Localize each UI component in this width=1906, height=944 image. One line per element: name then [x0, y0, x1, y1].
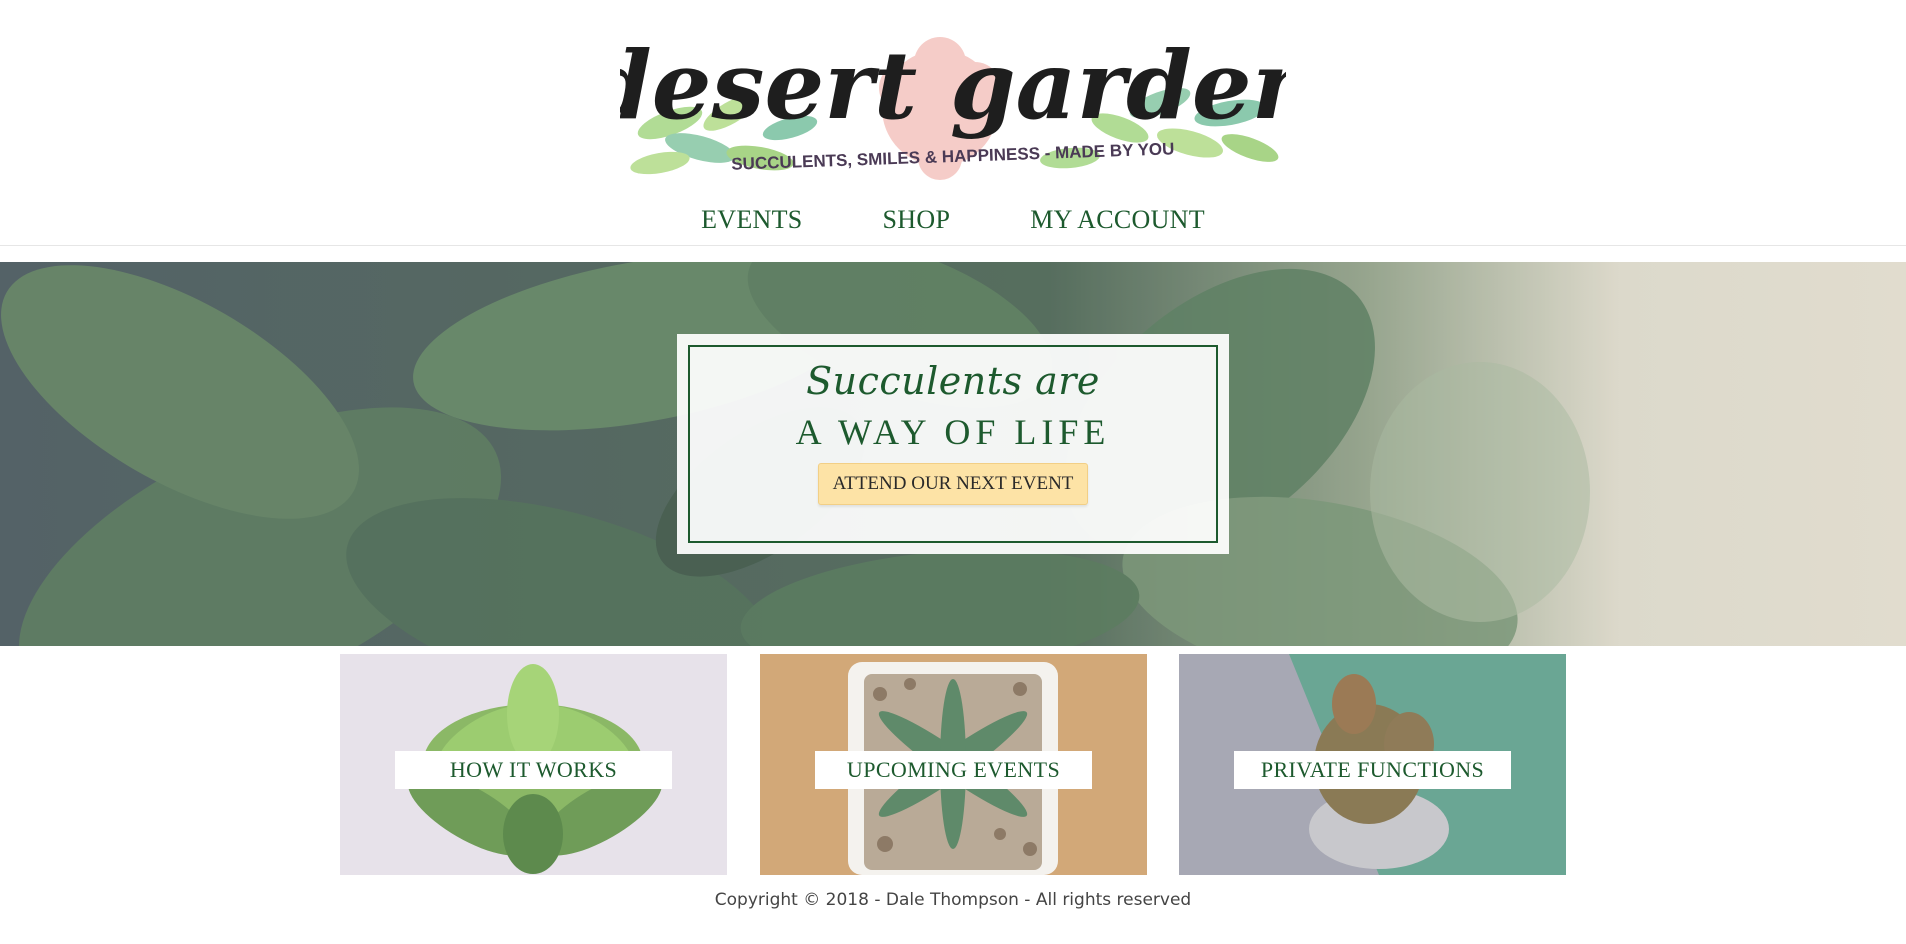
nav-item-shop[interactable]: SHOP	[883, 205, 951, 235]
hero-title: A WAY OF LIFE	[795, 412, 1111, 452]
main-nav: EVENTS SHOP MY ACCOUNT	[0, 205, 1906, 235]
card-how-it-works[interactable]: HOW IT WORKS	[340, 654, 727, 875]
logo-wordmark: desert garden	[620, 31, 1286, 141]
card-upcoming-events[interactable]: UPCOMING EVENTS	[760, 654, 1147, 875]
feature-cards: HOW IT WORKS UPCOMING EVENTS PRIVATE FUN…	[340, 654, 1566, 875]
card-private-functions[interactable]: PRIVATE FUNCTIONS	[1179, 654, 1566, 875]
logo-artwork: desert garden SUCCULENTS, SMILES & HAPPI…	[620, 31, 1286, 180]
site-header: desert garden SUCCULENTS, SMILES & HAPPI…	[0, 0, 1906, 246]
nav-item-my-account[interactable]: MY ACCOUNT	[1030, 205, 1205, 235]
card-label-how-it-works: HOW IT WORKS	[395, 751, 672, 789]
hero-banner: Succulents are A WAY OF LIFE ATTEND OUR …	[0, 262, 1906, 646]
site-footer: Copyright © 2018 - Dale Thompson - All r…	[0, 890, 1906, 910]
copyright-text: Copyright © 2018 - Dale Thompson - All r…	[714, 890, 1192, 910]
attend-event-button[interactable]: ATTEND OUR NEXT EVENT	[817, 463, 1089, 505]
desert-garden-logo[interactable]: desert garden SUCCULENTS, SMILES & HAPPI…	[620, 18, 1286, 192]
hero-card: Succulents are A WAY OF LIFE ATTEND OUR …	[677, 334, 1229, 554]
hero-script-heading: Succulents are	[806, 359, 1100, 403]
card-label-private-functions: PRIVATE FUNCTIONS	[1234, 751, 1511, 789]
card-label-upcoming-events: UPCOMING EVENTS	[815, 751, 1092, 789]
hero-card-frame: Succulents are A WAY OF LIFE ATTEND OUR …	[688, 345, 1218, 543]
nav-item-events[interactable]: EVENTS	[701, 205, 802, 235]
